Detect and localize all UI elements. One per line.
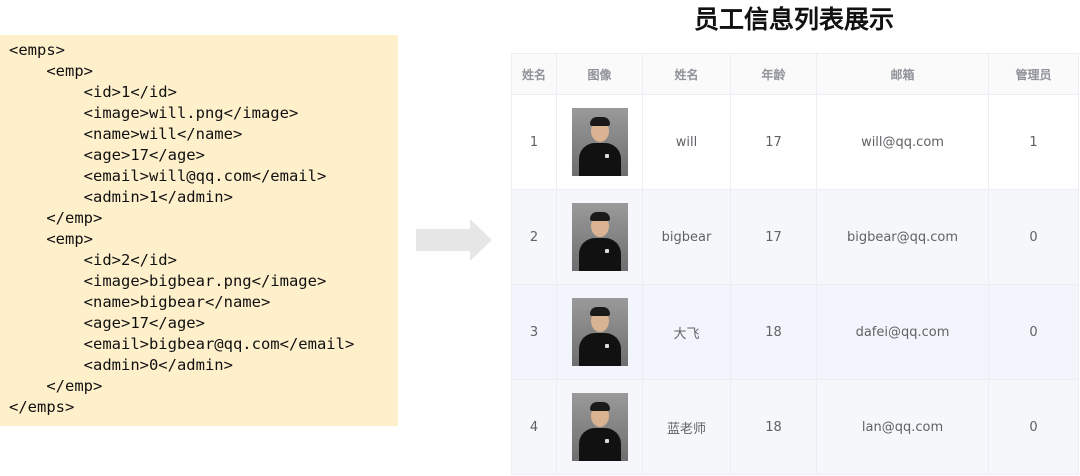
cell-admin: 0 [988,284,1079,380]
table-row[interactable]: 3 大飞 18 dafei@qq.com 0 [511,284,1079,380]
cell-age: 18 [730,379,817,475]
cell-email: dafei@qq.com [816,284,989,380]
cell-age: 17 [730,189,817,285]
cell-image [556,379,643,475]
cell-image [556,284,643,380]
employee-photo [571,203,628,271]
cell-id: 3 [511,284,557,380]
code-line: <image>bigbear.png</image> [9,272,327,290]
employee-photo [571,393,628,461]
code-line: <age>17</age> [9,314,205,332]
employee-photo [571,298,628,366]
code-line: </emp> [9,377,103,395]
employee-photo [571,108,628,176]
table-row[interactable]: 2 bigbear 17 bigbear@qq.com 0 [511,189,1079,285]
code-line: </emp> [9,209,103,227]
cell-email: will@qq.com [816,94,989,190]
code-line: <emp> [9,62,93,80]
cell-name: bigbear [642,189,731,285]
column-header-id: 姓名 [511,53,557,95]
xml-code-panel: <emps> <emp> <id>1</id> <image>will.png<… [0,35,398,426]
cell-name: will [642,94,731,190]
column-header-admin: 管理员 [988,53,1079,95]
table-row[interactable]: 4 蓝老师 18 lan@qq.com 0 [511,379,1079,475]
column-header-image: 图像 [556,53,643,95]
cell-email: lan@qq.com [816,379,989,475]
table-header-row: 姓名 图像 姓名 年龄 邮箱 管理员 [511,53,1079,95]
cell-image [556,189,643,285]
column-header-name: 姓名 [642,53,731,95]
column-header-age: 年龄 [730,53,817,95]
page-title: 员工信息列表展示 [693,5,894,34]
code-line: <name>will</name> [9,125,243,143]
code-line: <emp> [9,230,93,248]
code-line: </emps> [9,398,75,416]
code-line: <emps> [9,41,65,59]
code-line: <name>bigbear</name> [9,293,271,311]
cell-email: bigbear@qq.com [816,189,989,285]
code-line: <admin>0</admin> [9,356,233,374]
code-line: <email>bigbear@qq.com</email> [9,335,355,353]
cell-image [556,94,643,190]
cell-id: 2 [511,189,557,285]
code-line: <age>17</age> [9,146,205,164]
cell-age: 18 [730,284,817,380]
code-line: <image>will.png</image> [9,104,299,122]
code-line: <admin>1</admin> [9,188,233,206]
column-header-email: 邮箱 [816,53,989,95]
employee-table: 姓名 图像 姓名 年龄 邮箱 管理员 1 will 17 will@qq.com… [511,53,1079,475]
code-line: <email>will@qq.com</email> [9,167,327,185]
cell-name: 大飞 [642,284,731,380]
cell-admin: 0 [988,189,1079,285]
cell-id: 1 [511,94,557,190]
cell-name: 蓝老师 [642,379,731,475]
right-arrow-icon [416,219,492,261]
cell-admin: 0 [988,379,1079,475]
cell-admin: 1 [988,94,1079,190]
cell-id: 4 [511,379,557,475]
cell-age: 17 [730,94,817,190]
table-row[interactable]: 1 will 17 will@qq.com 1 [511,94,1079,190]
code-line: <id>1</id> [9,83,177,101]
code-line: <id>2</id> [9,251,177,269]
